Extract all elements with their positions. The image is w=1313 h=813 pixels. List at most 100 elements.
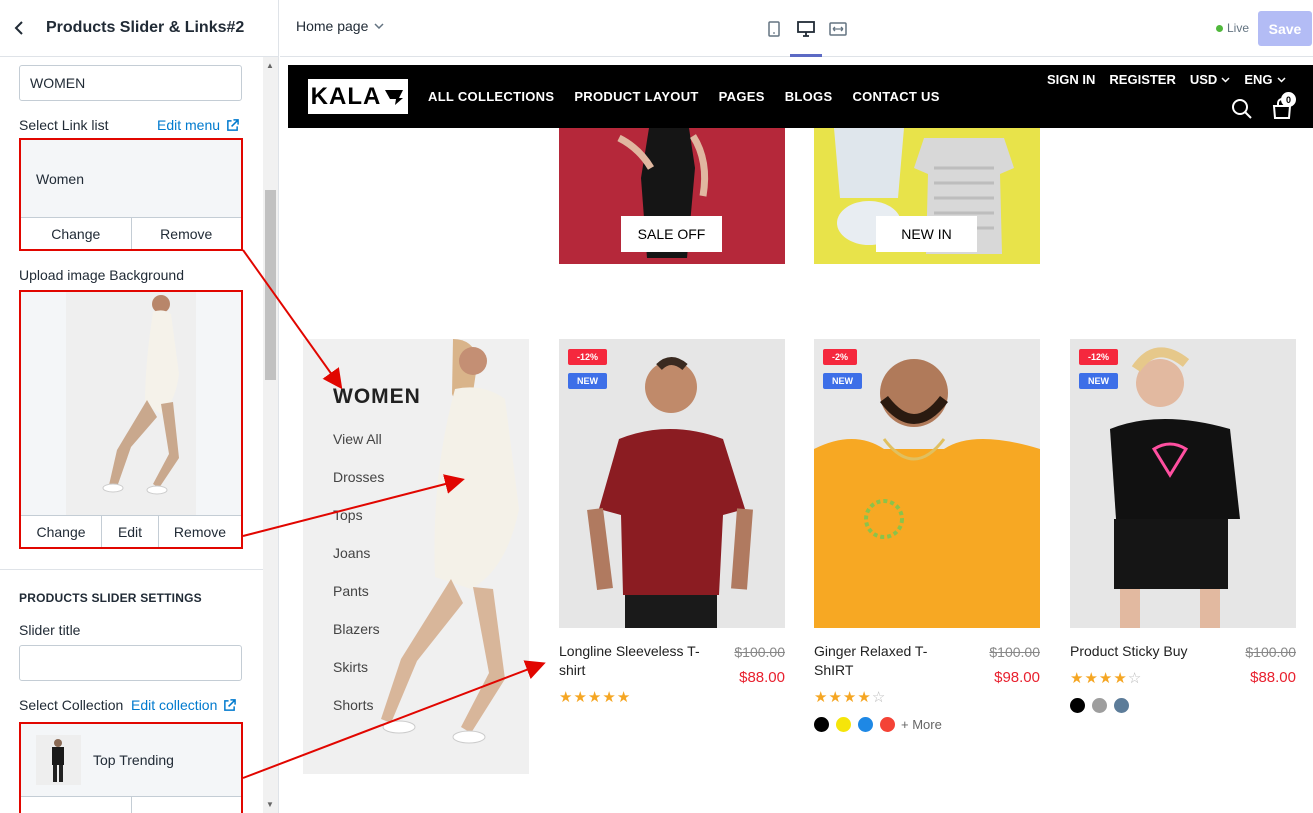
scrollbar-thumb[interactable] xyxy=(265,190,276,380)
women-link-jeans[interactable]: Joans xyxy=(333,545,384,583)
store-logo[interactable]: KALA xyxy=(308,79,408,114)
page-selector[interactable]: Home page xyxy=(296,18,384,34)
background-image-preview xyxy=(21,292,241,515)
mobile-view-button[interactable] xyxy=(764,0,784,57)
logo-mark-icon xyxy=(385,89,404,105)
main-nav: ALL COLLECTIONS PRODUCT LAYOUT PAGES BLO… xyxy=(428,89,940,104)
remove-image-button[interactable]: Remove xyxy=(159,516,241,547)
swatch-blue[interactable] xyxy=(858,717,873,732)
change-collection-button[interactable] xyxy=(21,797,132,813)
swatch-slate[interactable] xyxy=(1114,698,1129,713)
product-image[interactable]: -12% NEW xyxy=(559,339,785,628)
collection-card: Top Trending xyxy=(19,722,243,813)
product-rating: ★ ★ ★ ★ ☆ xyxy=(814,688,885,706)
swatch-yellow[interactable] xyxy=(836,717,851,732)
women-links-list: View All Drosses Tops Joans Pants Blazer… xyxy=(333,431,384,735)
language-selector[interactable]: ENG xyxy=(1244,72,1286,87)
swatch-black[interactable] xyxy=(1070,698,1085,713)
editor-root: Products Slider & Links#2 WOMEN Select L… xyxy=(0,0,1313,813)
back-button[interactable] xyxy=(0,0,38,57)
product-name[interactable]: Ginger Relaxed T-ShIRT xyxy=(814,642,964,680)
change-link-list-button[interactable]: Change xyxy=(21,218,132,249)
edit-collection-text: Edit collection xyxy=(131,697,218,713)
edit-menu-link[interactable]: Edit menu xyxy=(157,117,239,133)
new-badge: NEW xyxy=(568,373,607,389)
remove-link-list-button[interactable]: Remove xyxy=(132,218,242,249)
new-in-button[interactable]: NEW IN xyxy=(876,216,977,252)
product-old-price: $100.00 xyxy=(1245,644,1296,660)
sale-off-banner[interactable]: SALE OFF xyxy=(559,128,785,264)
upload-image-label: Upload image Background xyxy=(19,267,184,283)
star-outline-icon: ☆ xyxy=(871,689,886,706)
live-dot-icon xyxy=(1216,24,1223,32)
product-name[interactable]: Longline Sleeveless T-shirt xyxy=(559,642,709,680)
background-image-actions: Change Edit Remove xyxy=(21,515,241,547)
language-label: ENG xyxy=(1244,72,1273,87)
remove-collection-button[interactable] xyxy=(132,797,242,813)
cart-button[interactable]: 0 xyxy=(1271,92,1296,125)
cart-count-badge: 0 xyxy=(1281,92,1296,107)
women-link-dresses[interactable]: Drosses xyxy=(333,469,384,507)
scroll-down-arrow[interactable]: ▼ xyxy=(266,800,274,809)
star-icon: ★ xyxy=(1084,670,1098,687)
product-rating: ★ ★ ★ ★ ☆ xyxy=(1070,669,1141,687)
heading-input[interactable]: WOMEN xyxy=(19,65,242,101)
chevron-down-icon xyxy=(374,23,384,29)
edit-collection-link[interactable]: Edit collection xyxy=(131,697,237,713)
swatch-black[interactable] xyxy=(814,717,829,732)
currency-selector[interactable]: USD xyxy=(1190,72,1230,87)
swatch-red[interactable] xyxy=(880,717,895,732)
chevron-down-icon xyxy=(1276,76,1286,83)
new-in-banner[interactable]: NEW IN xyxy=(814,128,1040,264)
slider-title-input[interactable] xyxy=(19,645,242,681)
product-card[interactable]: -12% NEW Product Sticky Buy $100.00 $88.… xyxy=(1070,339,1296,713)
expand-horizontal-icon xyxy=(829,21,847,36)
nav-pages[interactable]: PAGES xyxy=(719,89,765,104)
product-price: $98.00 xyxy=(994,669,1040,686)
search-icon[interactable] xyxy=(1231,98,1253,120)
women-link-shorts[interactable]: Shorts xyxy=(333,697,384,735)
collection-actions xyxy=(21,796,241,813)
star-icon: ★ xyxy=(1098,670,1113,687)
discount-badge: -2% xyxy=(823,349,858,365)
desktop-view-button[interactable] xyxy=(790,0,822,57)
sidebar-scrollbar[interactable]: ▲ ▼ xyxy=(263,57,278,813)
product-card[interactable]: -2% NEW Ginger Relaxed T-ShIRT $100.00 $… xyxy=(814,339,1040,732)
register-link[interactable]: REGISTER xyxy=(1109,72,1175,87)
logo-text: KALA xyxy=(310,82,382,110)
fullscreen-view-button[interactable] xyxy=(828,0,848,57)
women-link-pants[interactable]: Pants xyxy=(333,583,384,621)
link-list-value: Women xyxy=(36,170,84,187)
woman-photo-thumbnail xyxy=(66,292,196,515)
star-icon: ★ xyxy=(573,689,587,706)
nav-product-layout[interactable]: PRODUCT LAYOUT xyxy=(574,89,698,104)
nav-all-collections[interactable]: ALL COLLECTIONS xyxy=(428,89,554,104)
product-image[interactable]: -2% NEW xyxy=(814,339,1040,628)
change-image-button[interactable]: Change xyxy=(21,516,102,547)
women-link-skirts[interactable]: Skirts xyxy=(333,659,384,697)
edit-image-button[interactable]: Edit xyxy=(102,516,159,547)
nav-blogs[interactable]: BLOGS xyxy=(785,89,833,104)
select-collection-label: Select Collection xyxy=(19,697,124,713)
star-icon: ★ xyxy=(842,689,857,706)
sign-in-link[interactable]: SIGN IN xyxy=(1047,72,1095,87)
product-card[interactable]: -12% NEW Longline Sleeveless T-shirt $10… xyxy=(559,339,785,706)
chevron-down-icon xyxy=(1221,76,1230,83)
swatch-gray[interactable] xyxy=(1092,698,1107,713)
save-button[interactable]: Save xyxy=(1258,11,1312,46)
women-link-tops[interactable]: Tops xyxy=(333,507,384,545)
sale-off-button[interactable]: SALE OFF xyxy=(621,216,722,252)
scroll-up-arrow[interactable]: ▲ xyxy=(266,61,274,70)
live-status: Live xyxy=(1216,21,1249,35)
product-image[interactable]: -12% NEW xyxy=(1070,339,1296,628)
link-list-actions: Change Remove xyxy=(21,217,241,249)
page-selector-label: Home page xyxy=(296,18,369,34)
women-link-blazers[interactable]: Blazers xyxy=(333,621,384,659)
more-colors-link[interactable]: + More xyxy=(901,717,942,732)
link-list-label: Select Link list xyxy=(19,117,109,133)
product-rating: ★ ★ ★ ★ ★ xyxy=(559,688,630,706)
nav-contact-us[interactable]: CONTACT US xyxy=(852,89,939,104)
women-link-view-all[interactable]: View All xyxy=(333,431,384,469)
product-name[interactable]: Product Sticky Buy xyxy=(1070,642,1220,661)
star-icon: ★ xyxy=(559,689,573,706)
